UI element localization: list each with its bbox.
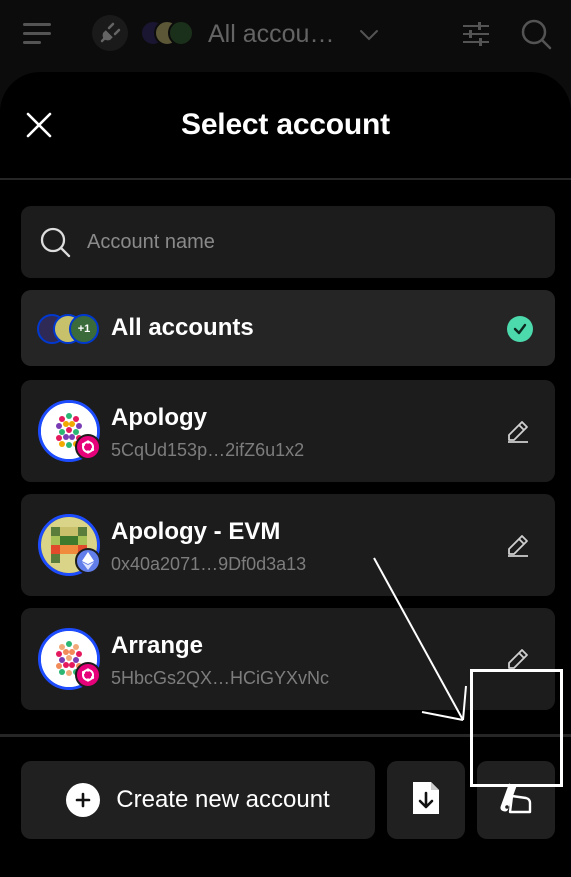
filter-icon[interactable] [456, 14, 496, 54]
plug-icon[interactable] [92, 15, 128, 51]
check-icon [507, 316, 533, 342]
search-icon[interactable] [516, 14, 556, 54]
edit-icon[interactable] [503, 530, 533, 560]
ethereum-icon [75, 548, 101, 574]
account-selector-label[interactable]: All accou… [208, 20, 334, 49]
chevron-down-icon[interactable] [356, 22, 382, 53]
all-accounts-item[interactable]: +1 All accounts [21, 290, 555, 366]
account-name: Apology [111, 404, 207, 431]
account-search-input[interactable] [87, 226, 527, 258]
account-name: Apology - EVM [111, 518, 281, 545]
account-address: 5CqUd153p…2ifZ6u1x2 [111, 440, 305, 460]
search-icon [39, 226, 71, 263]
create-new-account-button[interactable]: Create new account [21, 761, 375, 839]
account-item-arrange[interactable]: Arrange 5HbcGs2QX…HCiGYXvNc [21, 608, 555, 710]
account-address: 5HbcGs2QX…HCiGYXvNc [111, 668, 330, 688]
select-account-modal: Select account +1 All accounts [0, 72, 571, 877]
modal-header: Select account [0, 72, 571, 180]
theme-swatch-button[interactable] [477, 761, 555, 839]
import-account-button[interactable] [387, 761, 465, 839]
polkadot-icon [75, 434, 101, 460]
account-address: 0x40a2071…9Df0d3a13 [111, 554, 307, 574]
create-new-account-label: Create new account [116, 786, 330, 813]
menu-icon[interactable] [18, 14, 58, 54]
all-accounts-label: All accounts [111, 314, 254, 341]
edit-icon[interactable] [503, 644, 533, 674]
account-item-apology[interactable]: Apology 5CqUd153p…2ifZ6u1x2 [21, 380, 555, 482]
modal-title: Select account [181, 108, 390, 141]
all-accounts-avatars: +1 [37, 314, 101, 344]
account-search-field[interactable] [21, 206, 555, 278]
plus-icon [66, 783, 101, 817]
footer-divider [0, 734, 571, 737]
account-avatars-stack [140, 20, 196, 48]
account-name: Arrange [111, 632, 204, 659]
file-download-icon [411, 780, 441, 821]
polkadot-icon [75, 662, 101, 688]
app-header: All accou… [0, 0, 571, 72]
more-accounts-badge: +1 [69, 314, 99, 344]
edit-icon[interactable] [503, 416, 533, 446]
swatch-icon [498, 782, 534, 819]
account-item-apology-evm[interactable]: Apology - EVM 0x40a2071…9Df0d3a13 [21, 494, 555, 596]
